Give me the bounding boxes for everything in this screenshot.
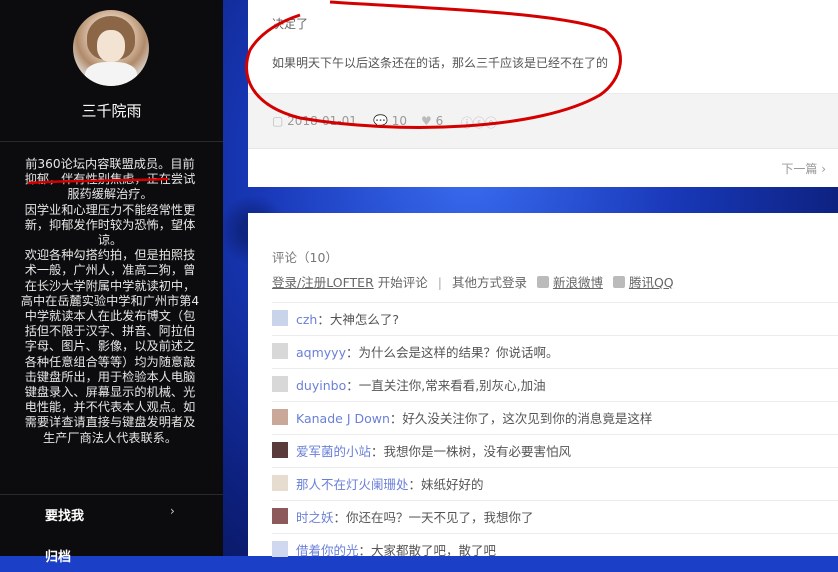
- annotation-circle: [27, 0, 622, 185]
